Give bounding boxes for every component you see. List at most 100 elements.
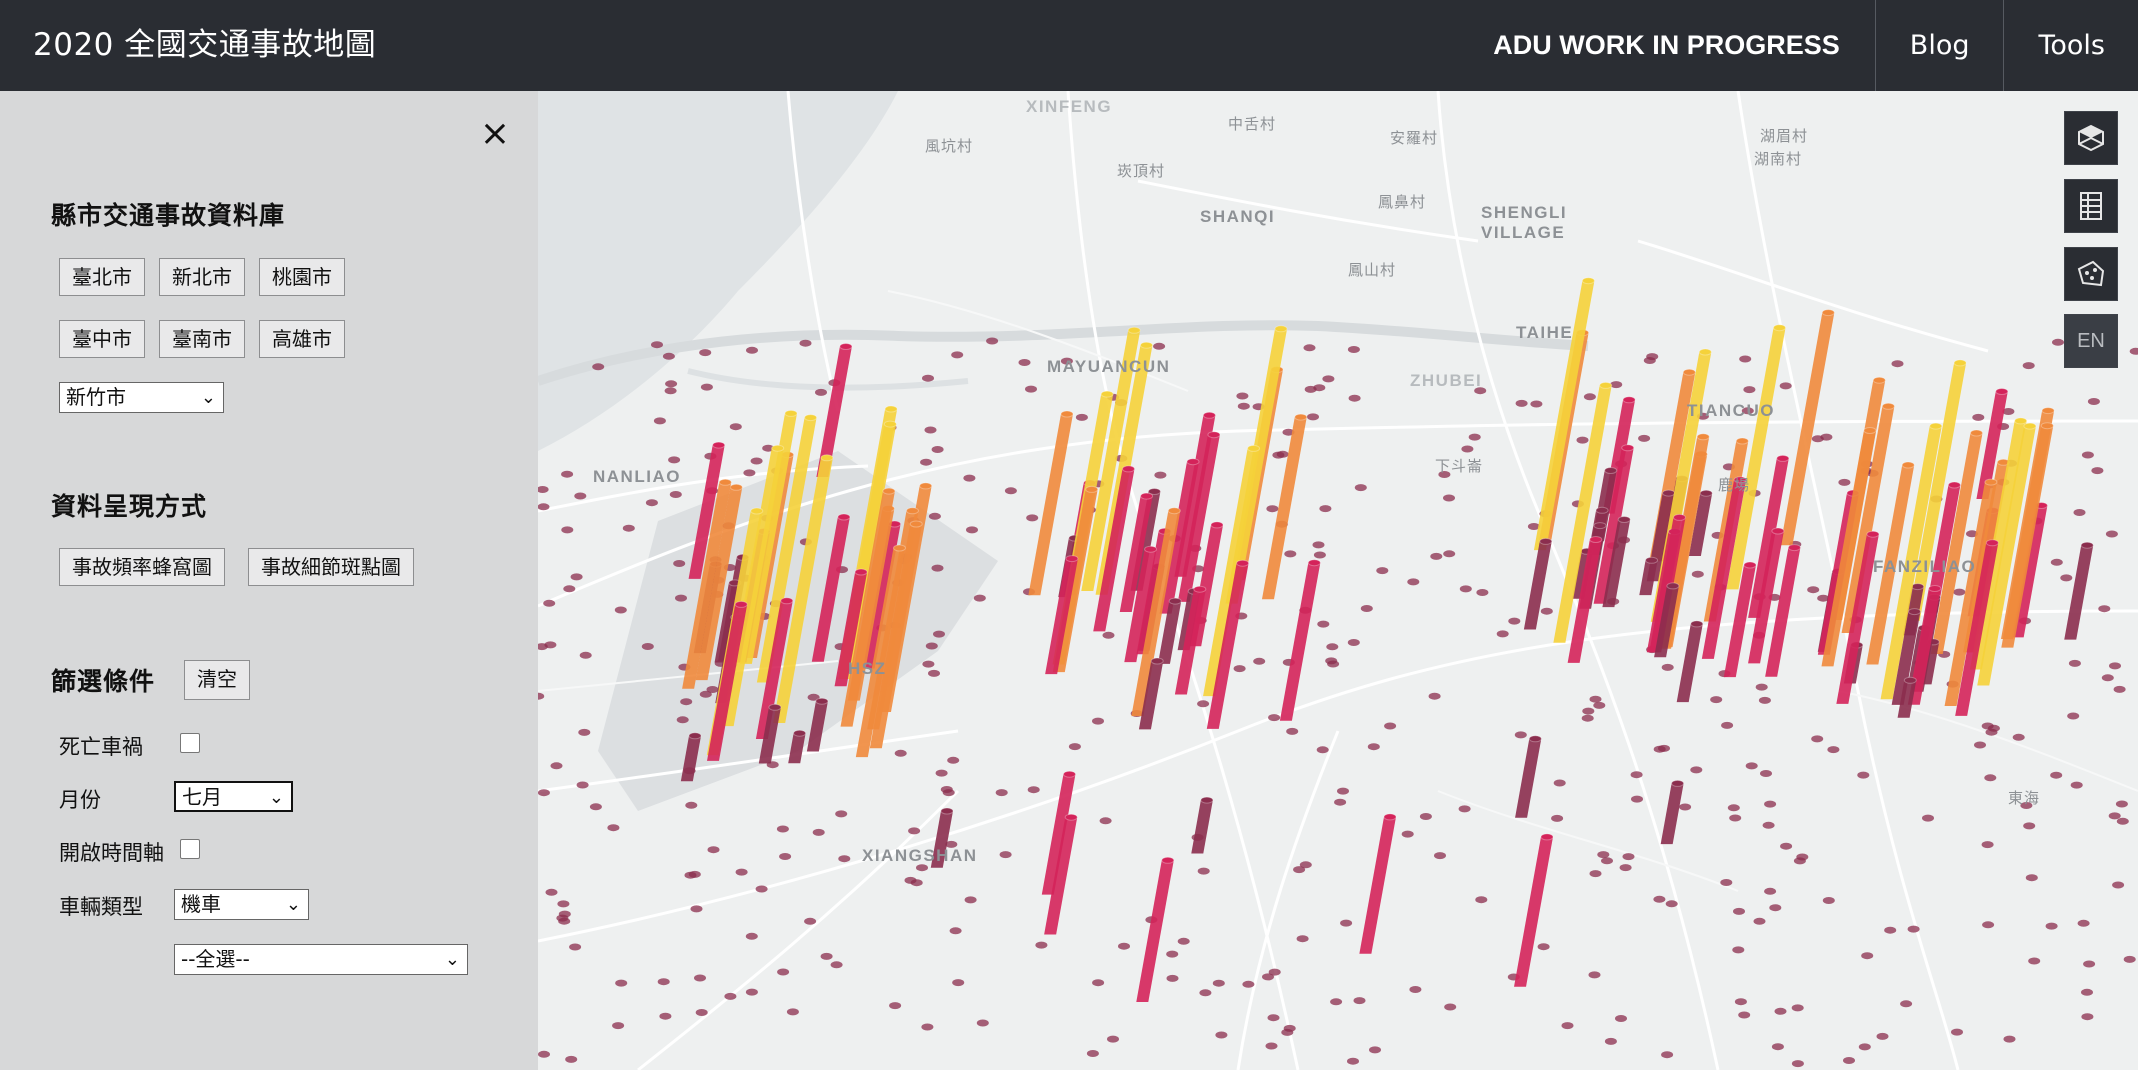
hexagon-cell <box>1236 392 1249 400</box>
hexagon-cell <box>1354 484 1367 492</box>
hexagon-cell <box>570 573 583 581</box>
hexagon-cell <box>2129 347 2138 355</box>
nav-blog-link[interactable]: Blog <box>1874 0 2004 91</box>
hexagon-cell <box>1428 692 1441 700</box>
hexagon-cell <box>695 1009 708 1016</box>
chevron-down-icon: ⌄ <box>268 787 284 808</box>
hexagon-cell <box>1312 541 1325 549</box>
map-label: 鳳鼻村 <box>1378 194 1427 211</box>
hexagon-cell <box>1284 550 1297 558</box>
hexagon-cell <box>1322 375 1335 383</box>
chevron-down-icon: ⌄ <box>285 894 301 915</box>
hexagon-cell <box>735 868 748 876</box>
hexagon-cell <box>1407 578 1420 586</box>
close-icon[interactable]: × <box>478 116 512 152</box>
hexagon-cell <box>1661 663 1674 671</box>
hexagon-cell <box>1755 683 1768 691</box>
hexagon-cell <box>545 888 558 896</box>
3d-view-icon[interactable] <box>2064 111 2118 165</box>
hexagon-cell <box>1233 665 1246 673</box>
map-label: 鹿場 <box>1718 477 1751 494</box>
hexagon-cell <box>2108 812 2121 820</box>
nav-tools-link[interactable]: Tools <box>2003 0 2138 91</box>
hexagon-cell <box>1199 989 1212 997</box>
hexagon-cell <box>894 749 907 757</box>
vehicle-type-select[interactable]: 機車 ⌄ <box>174 889 309 920</box>
hexagon-cell <box>1326 643 1339 651</box>
hexagon-cell <box>1951 1028 1963 1036</box>
vehicle-subtype-value: --全選-- <box>181 947 250 971</box>
month-select[interactable]: 七月 ⌄ <box>174 781 293 812</box>
nav-links: ADU WORK IN PROGRESS Blog Tools <box>1460 0 2138 91</box>
hexagon-cell <box>1582 707 1595 715</box>
hexagon-cell <box>664 387 677 395</box>
hexagon-cell <box>1268 714 1281 722</box>
hexagon-cell <box>1468 433 1481 441</box>
hexagon-cell <box>1615 1015 1627 1022</box>
hexagon-cell <box>2081 1013 2094 1021</box>
hexagon-cell <box>1215 1031 1228 1039</box>
timeline-checkbox[interactable] <box>180 839 200 859</box>
app-title[interactable]: 2020 全國交通事故地圖 <box>33 0 376 91</box>
map-label: 湖南村 <box>1754 151 1803 168</box>
hexagon-cell <box>951 351 964 359</box>
fatal-checkbox[interactable] <box>180 733 200 753</box>
hexagon-cell <box>931 564 944 572</box>
hexagon-cell <box>1434 852 1446 860</box>
scatter-mode-button[interactable]: 事故細節斑點圖 <box>248 548 414 586</box>
data-table-icon[interactable] <box>2064 179 2118 233</box>
city-select[interactable]: 新竹市 ⌄ <box>59 382 224 413</box>
hexagon-cell <box>1884 926 1897 934</box>
hexagon-cell <box>1729 814 1742 822</box>
hexagon-cell <box>1444 1003 1457 1011</box>
hexagon-cell <box>933 630 945 638</box>
city-button-new-taipei[interactable]: 新北市 <box>159 258 245 296</box>
hexagon-cell <box>1299 861 1312 869</box>
hexagon-cell <box>963 474 976 482</box>
vehicle-subtype-select[interactable]: --全選-- ⌄ <box>174 944 468 975</box>
hexagon-cell <box>538 789 550 797</box>
hexagon-cell <box>947 756 960 764</box>
hexagon-cell <box>1068 743 1081 751</box>
hexagon-cell <box>1376 567 1389 575</box>
accident-bar <box>1676 620 1704 703</box>
city-button-tainan[interactable]: 臺南市 <box>159 320 245 358</box>
hexagon-cell <box>576 781 589 789</box>
language-toggle-button[interactable]: EN <box>2064 314 2118 368</box>
sea-area <box>538 91 898 451</box>
city-button-kaohsiung[interactable]: 高雄市 <box>259 320 345 358</box>
hexagon-cell <box>1551 814 1564 822</box>
map-label: 安羅村 <box>1390 130 1439 147</box>
map-label: FANZILIAO <box>1873 557 1977 576</box>
hexagon-cell <box>2081 988 2093 996</box>
hexagon-cell <box>1774 1007 1787 1015</box>
hexagon-cell <box>2101 674 2114 682</box>
hexagon-cell <box>1313 551 1326 559</box>
city-button-taichung[interactable]: 臺中市 <box>59 320 145 358</box>
hexagon-cell <box>1985 728 1998 736</box>
map-polygon-icon[interactable] <box>2064 247 2118 301</box>
city-button-taoyuan[interactable]: 桃園市 <box>259 258 345 296</box>
hexagon-cell <box>924 426 937 434</box>
hexagon-cell <box>657 978 670 986</box>
hexagon-cell <box>1581 714 1594 722</box>
hexagon-cell <box>745 932 758 940</box>
map-canvas[interactable]: XINFENG 風坑村 中舌村 安羅村 湖眉村 湖南村 崁頂村 SHANQI 鳳… <box>538 91 2138 1070</box>
hexagon-cell <box>565 1055 578 1063</box>
city-button-taipei[interactable]: 臺北市 <box>59 258 145 296</box>
hexbin-mode-button[interactable]: 事故頻率蜂窩圖 <box>59 548 225 586</box>
hexagon-cell <box>1589 870 1602 878</box>
nav-site-link[interactable]: ADU WORK IN PROGRESS <box>1460 0 1875 91</box>
hexagon-cell <box>1843 1057 1855 1064</box>
hexagon-cell <box>1166 950 1179 958</box>
hexagon-cell <box>2109 662 2121 670</box>
hexagon-cell <box>1018 359 1031 366</box>
hexagon-cell <box>1319 505 1332 513</box>
hexagon-cell <box>928 669 940 677</box>
hexagon-cell <box>1075 413 1088 421</box>
hexagon-cell <box>1838 478 1851 486</box>
hexagon-cell <box>2081 451 2094 459</box>
hexagon-cell <box>651 341 663 349</box>
clear-filter-button[interactable]: 清空 <box>184 660 250 700</box>
hexagon-cell <box>1401 830 1414 838</box>
